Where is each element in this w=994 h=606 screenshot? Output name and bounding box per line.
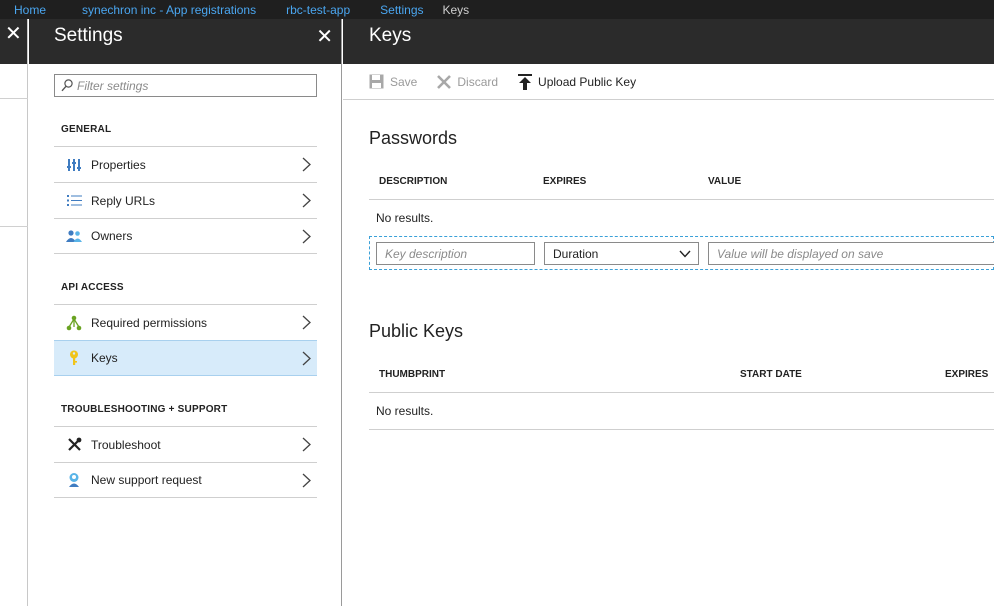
properties-icon xyxy=(64,157,84,173)
save-icon xyxy=(369,74,384,89)
column-start-date: START DATE xyxy=(740,369,802,380)
collapsed-blade-header: ✕ xyxy=(0,19,27,64)
breadcrumb: Home synechron inc - App registrations r… xyxy=(0,0,994,19)
toolbar: Save Discard Upload Public Key xyxy=(343,64,994,100)
column-value: VALUE xyxy=(708,176,742,187)
settings-header: Settings ✕ xyxy=(29,19,341,64)
column-expires: EXPIRES xyxy=(945,369,989,380)
discard-button[interactable]: Discard xyxy=(437,75,498,89)
sidebar-item-troubleshoot[interactable]: Troubleshoot xyxy=(54,426,317,462)
tools-icon xyxy=(64,437,84,453)
close-icon[interactable]: ✕ xyxy=(316,24,333,49)
public-keys-table-header: THUMBPRINT START DATE EXPIRES xyxy=(369,357,994,393)
key-description-input[interactable] xyxy=(376,242,535,265)
chevron-right-icon xyxy=(302,437,311,452)
sidebar-item-reply-urls[interactable]: Reply URLs xyxy=(54,182,317,218)
save-label: Save xyxy=(390,74,418,89)
keys-blade: Keys Save Discard Upload Public Key Pass… xyxy=(343,19,994,606)
duration-value: Duration xyxy=(553,246,599,261)
new-password-row: Duration xyxy=(369,236,994,270)
settings-title: Settings xyxy=(54,25,123,46)
keys-title: Keys xyxy=(369,25,412,46)
sidebar-item-label: Troubleshoot xyxy=(91,437,161,452)
chevron-right-icon xyxy=(302,473,311,488)
breadcrumb-current: Keys xyxy=(442,2,470,17)
general-menu: Properties Reply URLs Owners xyxy=(54,146,317,254)
discard-icon xyxy=(437,74,452,89)
breadcrumb-app-registrations[interactable]: synechron inc - App registrations xyxy=(82,3,256,17)
close-icon[interactable]: ✕ xyxy=(5,24,22,44)
sidebar-item-label: Owners xyxy=(91,229,133,243)
column-expires: EXPIRES xyxy=(543,176,587,187)
sidebar-item-label: Required permissions xyxy=(91,315,208,330)
sidebar-item-new-support-request[interactable]: New support request xyxy=(54,462,317,498)
filter-settings-input[interactable] xyxy=(77,78,307,93)
passwords-table-header: DESCRIPTION EXPIRES VALUE xyxy=(369,164,994,200)
sidebar-item-label: Reply URLs xyxy=(91,193,156,208)
upload-label: Upload Public Key xyxy=(538,74,637,89)
section-general: GENERAL xyxy=(61,124,112,135)
settings-blade: Settings ✕ GENERAL Properties Reply URLs xyxy=(29,19,342,606)
section-troubleshooting: TROUBLESHOOTING + SUPPORT xyxy=(61,404,228,415)
filter-settings-field[interactable] xyxy=(54,74,317,97)
chevron-right-icon xyxy=(302,193,311,208)
sidebar-item-owners[interactable]: Owners xyxy=(54,218,317,254)
public-keys-empty: No results. xyxy=(376,404,434,418)
discard-label: Discard xyxy=(457,74,499,89)
public-keys-heading: Public Keys xyxy=(369,321,464,341)
support-icon xyxy=(64,472,84,488)
api-access-menu: Required permissions Keys xyxy=(54,304,317,376)
sidebar-item-label: Keys xyxy=(91,351,118,365)
sidebar-item-keys[interactable]: Keys xyxy=(54,340,317,376)
section-api-access: API ACCESS xyxy=(61,282,124,293)
troubleshooting-menu: Troubleshoot New support request xyxy=(54,426,317,498)
passwords-heading: Passwords xyxy=(369,128,458,148)
key-icon xyxy=(64,350,84,366)
sidebar-item-required-permissions[interactable]: Required permissions xyxy=(54,304,317,340)
divider xyxy=(369,429,994,430)
divider xyxy=(0,226,28,227)
chevron-right-icon xyxy=(302,229,311,244)
list-icon xyxy=(64,193,84,209)
breadcrumb-settings[interactable]: Settings xyxy=(380,3,423,17)
upload-icon xyxy=(518,73,533,90)
owners-icon xyxy=(64,228,84,244)
upload-public-key-button[interactable]: Upload Public Key xyxy=(518,73,637,90)
column-thumbprint: THUMBPRINT xyxy=(379,369,446,380)
value-input[interactable] xyxy=(708,242,994,265)
chevron-right-icon xyxy=(302,315,311,330)
sidebar-item-properties[interactable]: Properties xyxy=(54,146,317,182)
permissions-icon xyxy=(64,315,84,331)
column-description: DESCRIPTION xyxy=(379,176,448,187)
chevron-down-icon xyxy=(679,250,691,258)
breadcrumb-home[interactable]: Home xyxy=(14,3,46,17)
chevron-right-icon xyxy=(302,351,311,366)
chevron-right-icon xyxy=(302,157,311,172)
sidebar-item-label: New support request xyxy=(91,473,202,487)
duration-select[interactable]: Duration xyxy=(544,242,699,265)
save-button[interactable]: Save xyxy=(369,74,417,89)
divider xyxy=(0,98,28,99)
keys-header: Keys xyxy=(343,19,994,64)
passwords-empty: No results. xyxy=(376,211,434,225)
sidebar-item-label: Properties xyxy=(91,157,146,172)
search-icon xyxy=(61,79,73,92)
breadcrumb-app[interactable]: rbc-test-app xyxy=(286,3,350,17)
collapsed-blade: ✕ xyxy=(0,19,28,606)
